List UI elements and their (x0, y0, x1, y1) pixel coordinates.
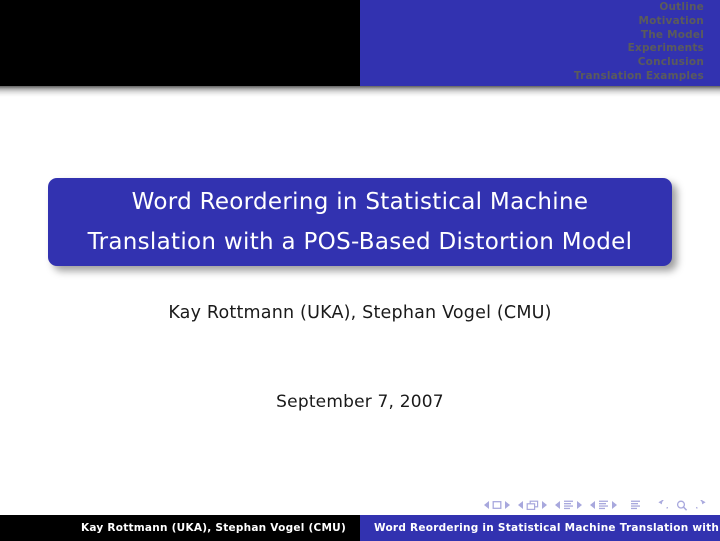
sidebar-item-the-model[interactable]: The Model (574, 29, 704, 43)
footer-title-text: Word Reordering in Statistical Machine T… (374, 522, 720, 534)
sidebar-item-translation-examples[interactable]: Translation Examples (574, 70, 704, 84)
footer-authors-panel: Kay Rottmann (UKA), Stephan Vogel (CMU) (0, 515, 360, 541)
prev-subsection-icon[interactable] (555, 501, 561, 509)
slide-headline-bar: Outline Motivation The Model Experiments… (0, 0, 720, 86)
date-line: September 7, 2007 (276, 392, 444, 412)
authors-line: Kay Rottmann (UKA), Stephan Vogel (CMU) (168, 303, 552, 323)
next-section-icon[interactable] (611, 501, 617, 509)
prev-slide-icon[interactable] (484, 501, 490, 509)
slide-footer: Kay Rottmann (UKA), Stephan Vogel (CMU) … (0, 515, 720, 541)
sidebar-item-conclusion[interactable]: Conclusion (574, 56, 704, 70)
section-navigation: Outline Motivation The Model Experiments… (574, 1, 704, 84)
frame-navigation-group[interactable] (518, 500, 547, 511)
header-drop-shadow (0, 86, 720, 97)
page-title-line-2: Translation with a POS-Based Distortion … (87, 229, 633, 255)
forward-arrow-icon[interactable] (692, 497, 708, 511)
page-title-line-1: Word Reordering in Statistical Machine (131, 189, 589, 215)
frame-icon[interactable] (526, 500, 539, 511)
document-icon[interactable] (630, 500, 641, 511)
section-navigation-group[interactable] (590, 500, 617, 511)
prev-section-icon[interactable] (590, 501, 596, 509)
prev-frame-icon[interactable] (518, 501, 524, 509)
footer-title-panel: Word Reordering in Statistical Machine T… (360, 515, 720, 541)
next-subsection-icon[interactable] (576, 501, 582, 509)
footer-authors-text: Kay Rottmann (UKA), Stephan Vogel (CMU) (81, 522, 346, 534)
next-slide-icon[interactable] (504, 501, 510, 509)
subsection-icon[interactable] (563, 500, 574, 511)
presentation-slide: Outline Motivation The Model Experiments… (0, 0, 720, 541)
slide-icon[interactable] (492, 500, 502, 510)
sidebar-item-motivation[interactable]: Motivation (574, 15, 704, 29)
sidebar-item-outline[interactable]: Outline (574, 1, 704, 15)
section-icon[interactable] (598, 500, 609, 511)
slide-navigation-group[interactable] (484, 500, 510, 510)
headline-left-panel (0, 0, 360, 86)
next-frame-icon[interactable] (541, 501, 547, 509)
magnifier-icon[interactable] (676, 500, 688, 511)
subsection-navigation-group[interactable] (555, 500, 582, 511)
sidebar-item-experiments[interactable]: Experiments (574, 42, 704, 56)
title-box: Word Reordering in Statistical Machine T… (48, 178, 672, 266)
back-arrow-icon[interactable] (656, 497, 672, 511)
beamer-navigation-symbols[interactable] (484, 495, 708, 515)
